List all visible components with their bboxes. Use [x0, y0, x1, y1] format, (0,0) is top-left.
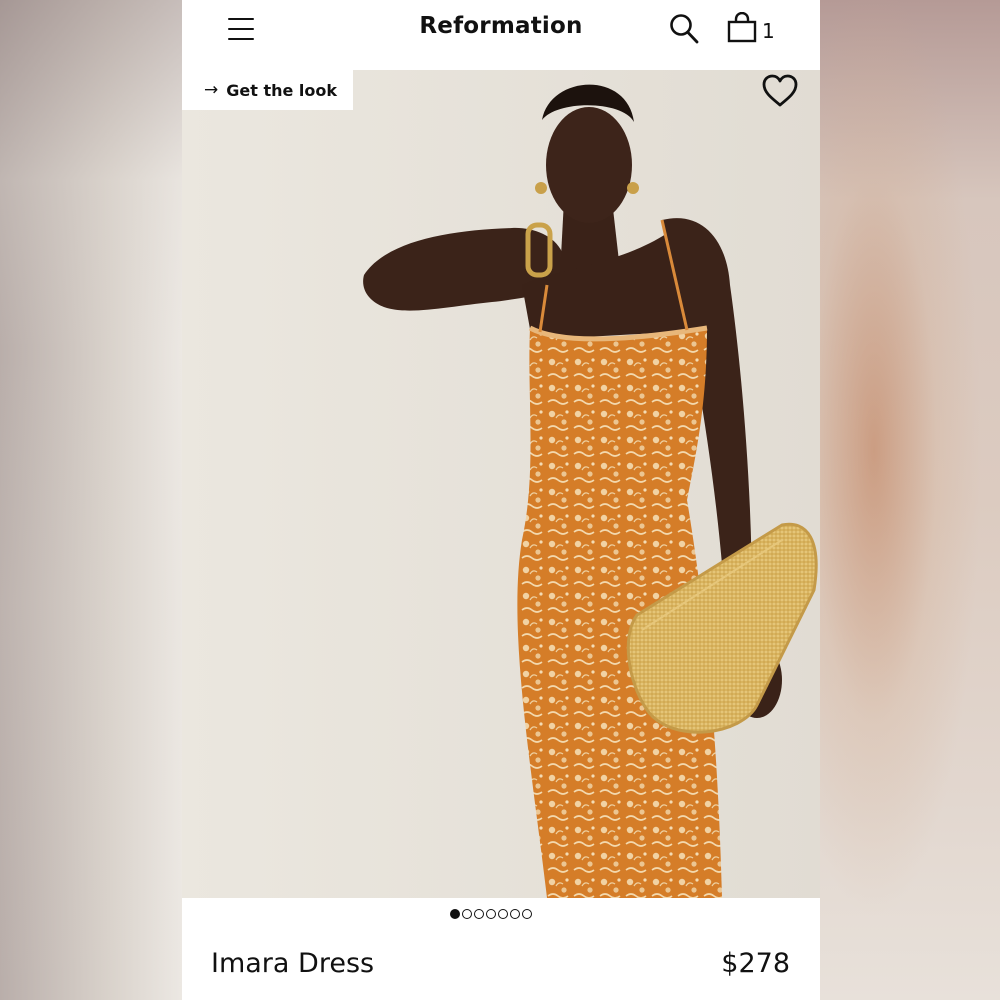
- search-icon[interactable]: [669, 13, 699, 45]
- carousel-dot[interactable]: [522, 909, 532, 919]
- product-price: $278: [721, 948, 790, 979]
- bag-item-count: 1: [762, 19, 775, 43]
- carousel-dot[interactable]: [474, 909, 484, 919]
- arrow-right-icon: →: [204, 80, 219, 100]
- carousel-dot[interactable]: [462, 909, 472, 919]
- carousel-dot[interactable]: [510, 909, 520, 919]
- carousel-indicator: [450, 909, 532, 923]
- product-image[interactable]: → Get the look: [182, 70, 820, 898]
- app-screen: Reformation 1 → Get the look Imara Dress…: [182, 0, 820, 1000]
- shopping-bag-button[interactable]: 1: [726, 12, 776, 46]
- heart-icon[interactable]: [761, 73, 799, 109]
- brand-logo[interactable]: Reformation: [182, 13, 820, 39]
- carousel-dot[interactable]: [486, 909, 496, 919]
- carousel-dot[interactable]: [450, 909, 460, 919]
- top-navigation-bar: Reformation 1: [182, 0, 820, 70]
- carousel-dot[interactable]: [498, 909, 508, 919]
- model-in-orange-floral-dress-image: [182, 70, 820, 898]
- blurred-background-right: [820, 0, 1000, 1000]
- get-the-look-button[interactable]: → Get the look: [182, 70, 353, 110]
- product-name[interactable]: Imara Dress: [211, 948, 374, 979]
- get-the-look-label: Get the look: [226, 80, 338, 100]
- blurred-background-left: [0, 0, 182, 1000]
- shopping-bag-icon: [727, 12, 757, 43]
